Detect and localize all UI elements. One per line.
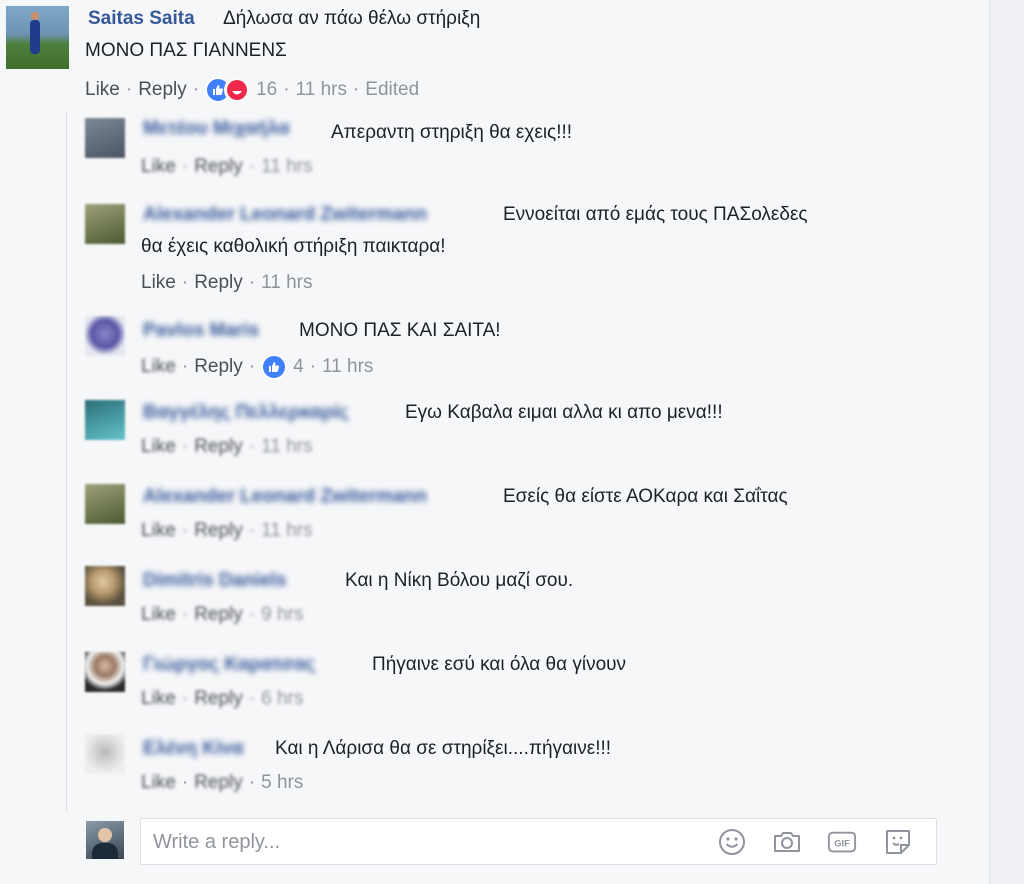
camera-icon[interactable] [772,827,802,857]
like-link[interactable]: Like [141,520,176,542]
reply-meta: Like · Reply · 4 · 11 hrs [141,354,373,380]
reply-link[interactable]: Reply [194,688,243,710]
reply-time[interactable]: 9 hrs [261,604,303,626]
reply-time[interactable]: 5 hrs [261,772,303,794]
reply-author-blurred[interactable]: Pavlos Maris [143,320,259,342]
reply-text-line1: Εννοείται από εμάς τους ΠΑΣολεδες [503,204,808,225]
like-link[interactable]: Like [141,356,176,378]
scrollbar-track[interactable] [989,0,1024,884]
reply-meta: Like · Reply · 11 hrs [141,436,313,458]
gif-icon[interactable]: GIF [827,827,857,857]
reply-avatar[interactable] [85,400,125,440]
reaction-count[interactable]: 4 [293,356,304,378]
comment-author[interactable]: Saitas Saita [88,8,195,30]
reply-link[interactable]: Reply [194,272,243,294]
reply-text: Και η Νίκη Βόλου μαζί σου. [345,570,574,591]
reply-meta: Like · Reply · 11 hrs [141,156,313,178]
reply-link[interactable]: Reply [194,356,243,378]
haha-icon [224,77,251,103]
reply-link[interactable]: Reply [194,156,243,178]
like-link[interactable]: Like [141,272,176,294]
emoji-icon[interactable] [717,827,747,857]
reply-link[interactable]: Reply [194,772,243,794]
reply-time[interactable]: 11 hrs [261,436,312,458]
reply-meta: Like · Reply · 6 hrs [141,688,304,710]
reply-input[interactable] [151,827,695,857]
reply-text-line2: θα έχεις καθολική στήριξη παικταρα! [141,236,446,257]
like-link[interactable]: Like [141,772,176,794]
reply-time[interactable]: 11 hrs [322,356,373,378]
edited-label[interactable]: Edited [365,79,419,101]
comment-meta: Like · Reply · 16 · 11 hrs · Edited [85,77,419,103]
reactions-summary[interactable] [205,77,251,103]
reply-text: Πήγαινε εσύ και όλα θα γίνουν [372,654,627,675]
reply-text: ΜΟΝΟ ΠΑΣ ΚΑΙ ΣΑΙΤΑ! [299,320,501,341]
reply-avatar[interactable] [85,484,125,524]
reply-link[interactable]: Reply [194,520,243,542]
like-icon[interactable] [261,354,288,380]
reply-time[interactable]: 11 hrs [261,156,312,178]
sticker-icon[interactable] [883,827,913,857]
reply-avatar[interactable] [85,566,125,606]
comment-time[interactable]: 11 hrs [296,79,347,101]
reply-author-blurred[interactable]: Alexander Leonard Zwitermann [143,486,427,508]
reply-author-blurred[interactable]: Γιώργος Καρατσας [143,654,315,676]
reply-avatar[interactable] [85,652,125,692]
reply-author-blurred[interactable]: Μετέου Μιχαήλα [143,118,290,140]
like-link[interactable]: Like [141,156,176,178]
reply-author-blurred[interactable]: Dimitris Daniels [143,570,287,592]
svg-text:GIF: GIF [834,839,850,849]
like-link[interactable]: Like [141,436,176,458]
author-avatar[interactable] [6,6,69,69]
reply-composer: GIF [140,818,937,865]
main-comment: Saitas Saita Δήλωσα αν πάω θέλω στήριξη … [0,0,990,110]
reply-text: Εσείς θα είστε ΑΟΚαρα και Σαΐτας [503,486,788,507]
replies-thread: Μετέου Μιχαήλα Απεραντη στηριξη θα εχεις… [66,112,947,812]
reply-link[interactable]: Reply [194,436,243,458]
comment-text-line1: Δήλωσα αν πάω θέλω στήριξη [223,8,481,29]
reply-text: Εγω Καβαλα ειμαι αλλα κι απο μενα!!! [405,402,723,423]
reply-text: Και η Λάρισα θα σε στηρίξει....πήγαινε!!… [275,738,612,759]
reply-time[interactable]: 6 hrs [261,688,303,710]
like-link[interactable]: Like [141,688,176,710]
reply-avatar[interactable] [85,118,125,158]
reply-author-blurred[interactable]: Ελένη Κίνα [143,738,244,760]
reply-meta: Like · Reply · 9 hrs [141,604,304,626]
reply-meta: Like · Reply · 11 hrs [141,520,313,542]
reply-meta: Like · Reply · 5 hrs [141,772,304,794]
reply-link[interactable]: Reply [138,79,187,101]
reply-author-blurred[interactable]: Βαγγέλης Πελλερκαρίς [143,402,349,424]
reply-meta: Like · Reply · 11 hrs [141,272,313,294]
reply-author-blurred[interactable]: Alexander Leonard Zwitermann [143,204,427,226]
reply-avatar[interactable] [85,204,125,244]
reply-time[interactable]: 11 hrs [261,272,312,294]
like-link[interactable]: Like [85,79,120,101]
comment-text-line2: ΜΟΝΟ ΠΑΣ ΓΙΑΝΝΕΝΣ [85,40,287,61]
reply-time[interactable]: 11 hrs [261,520,312,542]
reply-avatar[interactable] [85,316,125,356]
like-link[interactable]: Like [141,604,176,626]
reply-text: Απεραντη στηριξη θα εχεις!!! [331,122,573,143]
reply-link[interactable]: Reply [194,604,243,626]
reply-avatar[interactable] [85,734,125,774]
reaction-count[interactable]: 16 [256,79,277,101]
current-user-avatar[interactable] [86,821,124,859]
